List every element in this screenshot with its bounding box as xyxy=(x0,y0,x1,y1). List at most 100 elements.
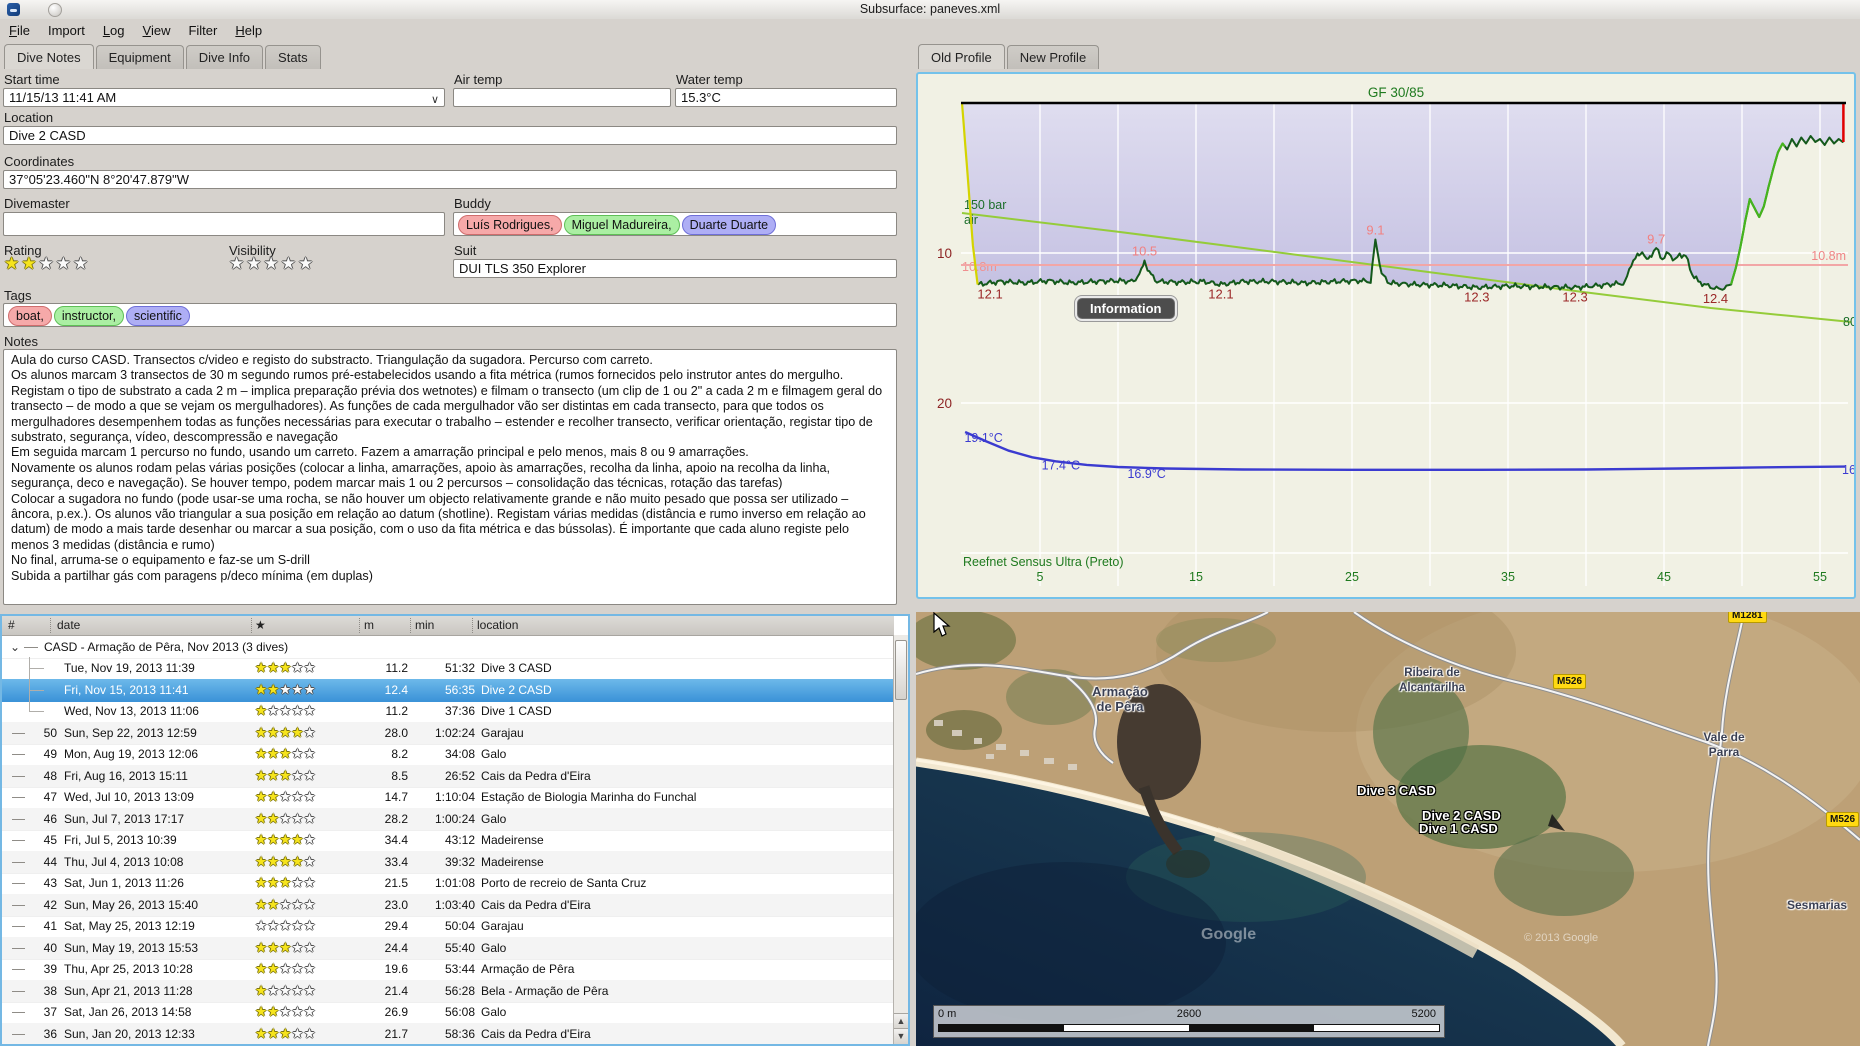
column-separator[interactable] xyxy=(472,618,473,633)
dive-list-row[interactable]: 40 Sun, May 19, 2013 15:53 ★★★★★ 24.4 55:40 G… xyxy=(2,936,894,960)
dive-trip-row[interactable]: ⌄ CASD - Armação de Pêra, Nov 2013 (3 div… xyxy=(2,636,894,659)
dive-duration: 53:44 xyxy=(444,962,475,976)
column-separator[interactable] xyxy=(251,618,252,633)
dive-list-row[interactable]: 46 Sun, Jul 7, 2013 17:17 ★★★★★ 28.2 1:00:24… xyxy=(2,807,894,831)
tab-dive-notes[interactable]: Dive Notes xyxy=(4,44,94,69)
dive-rating: ★★★★★ xyxy=(255,660,316,675)
tab-new-profile[interactable]: New Profile xyxy=(1006,45,1100,69)
column-header-m[interactable]: m xyxy=(364,618,374,632)
dive-list-row[interactable]: 38 Sun, Apr 21, 2013 11:28 ★★★★★ 21.4 56:28 B… xyxy=(2,979,894,1003)
menu-item-import[interactable]: Import xyxy=(39,19,94,41)
scale-bar-stripes xyxy=(938,1024,1440,1032)
dive-list-row[interactable]: 45 Fri, Jul 5, 2013 10:39 ★★★★★ 34.4 43:12 Ma… xyxy=(2,829,894,852)
coordinates-field[interactable]: 37°05'23.460"N 8°20'47.879"W xyxy=(3,170,897,189)
column-header-date[interactable]: date xyxy=(57,618,80,632)
dive-duration: 39:32 xyxy=(444,854,475,869)
tab-old-profile[interactable]: Old Profile xyxy=(918,44,1005,69)
tab-equipment[interactable]: Equipment xyxy=(95,45,184,69)
dive-list-row[interactable]: Tue, Nov 19, 2013 11:39 ★★★★★ 11.2 51:32 Div… xyxy=(2,657,894,680)
map-copyright: © 2013 Google xyxy=(1524,932,1599,944)
subsurface-window: Subsurface: paneves.xml File Import Log Vie… xyxy=(0,0,1860,1046)
dive-list-row[interactable]: 43 Sat, Jun 1, 2013 11:26 ★★★★★ 21.5 1:01:08… xyxy=(2,872,894,895)
dive-list-scrollbar[interactable]: ▲ ▼ xyxy=(893,635,908,1044)
notes-field[interactable]: Aula do curso CASD. Transectos c/video e… xyxy=(3,349,897,605)
menu-item-file[interactable]: File xyxy=(0,19,39,41)
menu-item-filter[interactable]: Filter xyxy=(179,19,226,41)
dive-profile-chart[interactable]: 10.8m 10.8m 150 bar air 80 19.1°C 17.4°C 16.9°C… xyxy=(916,72,1857,599)
mouse-cursor xyxy=(933,612,951,637)
dive-list-row[interactable]: 36 Sun, Jan 20, 2013 12:33 ★★★★★ 21.7 58:36 C… xyxy=(2,1022,894,1044)
scrollbar-thumb[interactable] xyxy=(895,640,907,700)
dive-location: Galo xyxy=(481,1005,507,1019)
dive-location: Cais da Pedra d'Eira xyxy=(481,897,591,912)
dive-list-row[interactable]: 41 Sat, May 25, 2013 12:19 ★★★★★ 29.4 50:04 G… xyxy=(2,915,894,938)
dive-depth: 34.4 xyxy=(384,833,408,847)
dive-list-row[interactable]: 50 Sun, Sep 22, 2013 12:59 ★★★★★ 28.0 1:02:2… xyxy=(2,721,894,745)
air-temp-field[interactable] xyxy=(453,88,671,107)
rating-stars[interactable]: ★★★★★ xyxy=(4,254,90,274)
buddy-chip: Duarte Duarte xyxy=(681,215,777,235)
dive-depth: 33.4 xyxy=(384,854,408,869)
road-badge-m526-b: M526 xyxy=(1826,812,1860,827)
tab-dive-info[interactable]: Dive Info xyxy=(185,45,264,69)
tags-field[interactable]: boat, instructor, scientific xyxy=(3,303,897,327)
dive-location: Galo xyxy=(481,811,507,826)
tag-chip: scientific xyxy=(126,306,190,326)
scroll-up-button[interactable]: ▲ xyxy=(894,1013,908,1029)
location-field[interactable]: Dive 2 CASD xyxy=(3,126,897,145)
visibility-stars[interactable]: ★★★★★ xyxy=(229,254,315,274)
dive-list: # date ★ m min location ⌄ CASD - Armação de Pê… xyxy=(0,614,910,1046)
road-badge-m1281: M1281 xyxy=(1728,612,1767,623)
dive-list-row[interactable]: 47 Wed, Jul 10, 2013 13:09 ★★★★★ 14.7 1:10:0… xyxy=(2,786,894,809)
dive-location: Dive 1 CASD xyxy=(481,704,552,718)
dive-list-row[interactable]: 42 Sun, May 26, 2013 15:40 ★★★★★ 23.0 1:03:4… xyxy=(2,893,894,917)
column-header-stars[interactable]: ★ xyxy=(255,618,266,632)
dive-list-row[interactable]: 39 Thu, Apr 25, 2013 10:28 ★★★★★ 19.6 53:44 A… xyxy=(2,958,894,981)
information-button[interactable]: Information xyxy=(1077,298,1175,319)
dive-date: Fri, Aug 16, 2013 15:11 xyxy=(64,768,188,783)
column-header-num[interactable]: # xyxy=(8,618,15,632)
column-header-min[interactable]: min xyxy=(415,618,434,632)
dive-number: 40 xyxy=(43,940,57,955)
dive-number: 48 xyxy=(43,768,57,783)
dive-list-row[interactable]: 37 Sat, Jan 26, 2013 14:58 ★★★★★ 26.9 56:08 G… xyxy=(2,1001,894,1024)
water-temp-field[interactable]: 15.3°C xyxy=(675,88,897,107)
menu-item-help[interactable]: Help xyxy=(226,19,271,41)
menu-item-view[interactable]: View xyxy=(134,19,180,41)
tab-stats[interactable]: Stats xyxy=(265,45,321,69)
column-header-location[interactable]: location xyxy=(477,618,518,632)
dive-duration: 1:02:24 xyxy=(434,725,475,740)
dive-list-row[interactable]: Wed, Nov 13, 2013 11:06 ★★★★★ 11.2 37:36 Div… xyxy=(2,700,894,723)
scroll-down-button[interactable]: ▼ xyxy=(894,1028,908,1044)
column-separator[interactable] xyxy=(410,618,411,633)
dive-rating: ★★★★★ xyxy=(255,832,316,847)
chevron-down-icon[interactable]: ∨ xyxy=(431,91,439,106)
depth-valley-label: 12.1 xyxy=(1208,287,1233,302)
temperature-end-label: 16 xyxy=(1842,463,1854,477)
collapse-caret-icon[interactable]: ⌄ xyxy=(10,636,20,658)
dive-rating: ★★★★★ xyxy=(255,810,316,826)
dive-site-map[interactable]: Armação de Pêra Ribeira de Alcantarilha Va… xyxy=(916,612,1860,1046)
menu-item-log[interactable]: Log xyxy=(94,19,134,41)
suit-field[interactable]: DUI TLS 350 Explorer xyxy=(453,259,897,278)
dive-number: 45 xyxy=(43,833,57,847)
dive-location: Cais da Pedra d'Eira xyxy=(481,1026,591,1041)
window-menu-button[interactable] xyxy=(48,3,62,17)
dive-location: Cais da Pedra d'Eira xyxy=(481,768,591,783)
dive-depth: 21.7 xyxy=(384,1026,408,1041)
dive-list-row[interactable]: 49 Mon, Aug 19, 2013 12:06 ★★★★★ 8.2 34:08 Ga… xyxy=(2,743,894,766)
start-time-combo[interactable]: 11/15/13 11:41 AM ∨ xyxy=(3,88,445,107)
dive-depth: 29.4 xyxy=(384,919,408,933)
tag-chip: instructor, xyxy=(53,306,124,326)
dive-duration: 34:08 xyxy=(444,747,475,761)
dive-list-row[interactable]: 44 Thu, Jul 4, 2013 10:08 ★★★★★ 33.4 39:32 Ma… xyxy=(2,850,894,874)
dive-list-row[interactable]: Fri, Nov 15, 2013 11:41 ★★★★★ 12.4 56:35 Div… xyxy=(2,678,894,702)
buddy-field[interactable]: Luís Rodrigues, Miguel Madureira, Duarte D… xyxy=(453,212,897,236)
column-separator[interactable] xyxy=(359,618,360,633)
divemaster-field[interactable] xyxy=(3,212,445,236)
column-separator[interactable] xyxy=(50,618,51,633)
dive-duration: 56:35 xyxy=(444,682,475,697)
dive-list-row[interactable]: 48 Fri, Aug 16, 2013 15:11 ★★★★★ 8.5 26:52 Ca… xyxy=(2,764,894,788)
dive-duration: 51:32 xyxy=(444,661,475,675)
coordinates-label: Coordinates xyxy=(4,154,75,169)
